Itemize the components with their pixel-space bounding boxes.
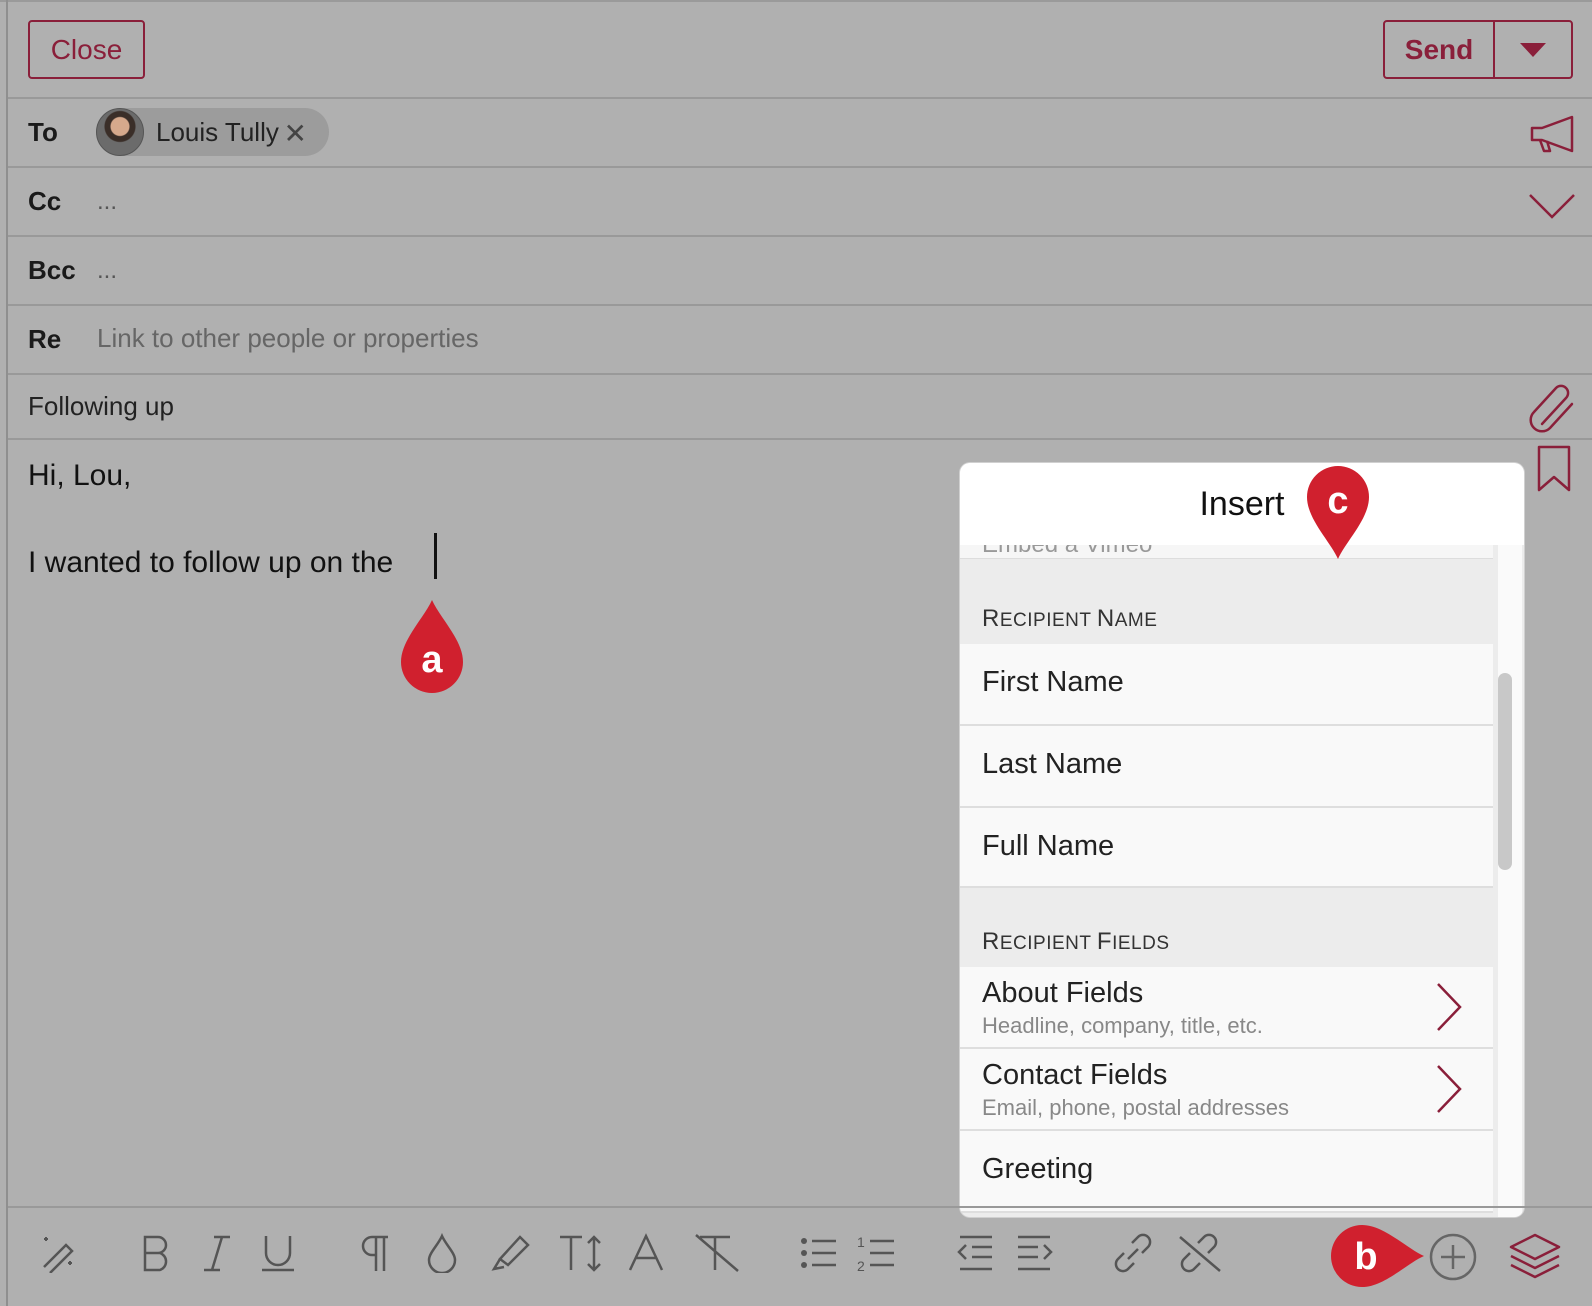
paragraph-icon[interactable] (360, 1233, 392, 1273)
list-item[interactable]: Embed a Vimeo (960, 545, 1493, 559)
caret-down-icon (1520, 42, 1546, 57)
toolbar-divider (8, 1206, 1592, 1208)
chevron-down-icon[interactable] (1528, 192, 1576, 220)
divider (8, 166, 1592, 168)
layers-icon[interactable] (1508, 1232, 1562, 1280)
divider (8, 373, 1592, 375)
list-item-last-name[interactable]: Last Name (960, 726, 1493, 808)
subject-input[interactable]: Following up (28, 391, 174, 422)
chevron-right-icon (1437, 983, 1462, 1031)
send-options-button[interactable] (1495, 22, 1571, 77)
divider (8, 97, 1592, 99)
section-heading-recipient-fields: RECIPIENT FIELDS (982, 928, 1170, 955)
recipient-chip[interactable]: Louis Tully ✕ (96, 108, 329, 156)
bookmark-icon[interactable] (1536, 445, 1572, 493)
window-top-edge (0, 0, 1592, 2)
list-item-full-name[interactable]: Full Name (960, 808, 1493, 888)
list-item-subtitle: Headline, company, title, etc. (982, 1013, 1263, 1038)
chevron-right-icon (1437, 1065, 1462, 1113)
megaphone-icon[interactable] (1528, 114, 1578, 154)
list-item-title: Last Name (982, 748, 1123, 780)
color-drop-icon[interactable] (426, 1233, 458, 1273)
marker-b-label: b (1354, 1236, 1378, 1278)
clear-format-icon[interactable] (694, 1233, 740, 1273)
insert-popover: Insert Embed a Vimeo RECIPIENT NAME Firs… (960, 463, 1524, 1217)
link-icon[interactable] (1110, 1233, 1156, 1273)
scrollbar-track[interactable] (1498, 545, 1522, 1217)
send-button-group: Send (1383, 20, 1573, 79)
marker-c-label: c (1327, 480, 1349, 522)
cc-label: Cc (28, 186, 62, 216)
bcc-label: Bcc (28, 255, 76, 285)
close-button[interactable]: Close (28, 20, 145, 79)
divider (8, 438, 1592, 440)
numbered-list-icon[interactable]: 1 2 (856, 1233, 896, 1273)
magic-pen-icon[interactable] (38, 1233, 78, 1273)
list-item-title: Full Name (982, 830, 1115, 862)
highlighter-icon[interactable] (490, 1233, 532, 1273)
list-item-title: Greeting (982, 1153, 1094, 1185)
to-label: To (28, 117, 58, 147)
recipient-name: Louis Tully (156, 116, 279, 147)
unlink-icon[interactable] (1176, 1233, 1224, 1273)
re-label: Re (28, 324, 62, 354)
body-line[interactable]: I wanted to follow up on the (28, 546, 393, 580)
outdent-icon[interactable] (956, 1233, 994, 1273)
text-size-icon[interactable] (558, 1233, 604, 1273)
section-heading-recipient-name: RECIPIENT NAME (982, 605, 1158, 632)
list-item-title: About Fields (982, 977, 1144, 1009)
insert-plus-icon[interactable] (1428, 1232, 1478, 1282)
re-input[interactable]: Link to other people or properties (97, 323, 479, 354)
list-item-first-name[interactable]: First Name (960, 644, 1493, 726)
divider (8, 235, 1592, 237)
indent-icon[interactable] (1016, 1233, 1054, 1273)
font-icon[interactable] (628, 1233, 664, 1273)
avatar (96, 108, 144, 156)
bold-icon[interactable] (140, 1233, 172, 1273)
cc-input[interactable]: ... (97, 188, 117, 216)
list-item-title: Contact Fields (982, 1059, 1168, 1091)
list-item-about-fields[interactable]: About Fields Headline, company, title, e… (960, 967, 1493, 1049)
insert-list: Embed a Vimeo RECIPIENT NAME First Name … (960, 545, 1493, 1217)
paperclip-icon[interactable] (1528, 384, 1578, 434)
window-left-edge (6, 0, 8, 1306)
remove-recipient-icon[interactable]: ✕ (284, 117, 307, 150)
send-button[interactable]: Send (1385, 22, 1495, 77)
list-item-greeting[interactable]: Greeting (960, 1131, 1493, 1213)
svg-text:2: 2 (857, 1258, 865, 1273)
bullet-list-icon[interactable] (800, 1233, 838, 1273)
text-cursor (434, 533, 437, 579)
body-greeting[interactable]: Hi, Lou, (28, 459, 131, 493)
bcc-input[interactable]: ... (97, 257, 117, 285)
list-item-title: Embed a Vimeo (982, 545, 1152, 559)
list-item-subtitle: Email, phone, postal addresses (982, 1095, 1289, 1120)
popover-title: Insert (960, 463, 1524, 545)
marker-a-label: a (421, 639, 443, 681)
list-item-contact-fields[interactable]: Contact Fields Email, phone, postal addr… (960, 1049, 1493, 1131)
divider (8, 304, 1592, 306)
underline-icon[interactable] (260, 1233, 296, 1273)
list-item-title: First Name (982, 666, 1124, 698)
svg-text:1: 1 (857, 1234, 865, 1250)
italic-icon[interactable] (202, 1233, 232, 1273)
scrollbar-thumb[interactable] (1498, 673, 1512, 870)
